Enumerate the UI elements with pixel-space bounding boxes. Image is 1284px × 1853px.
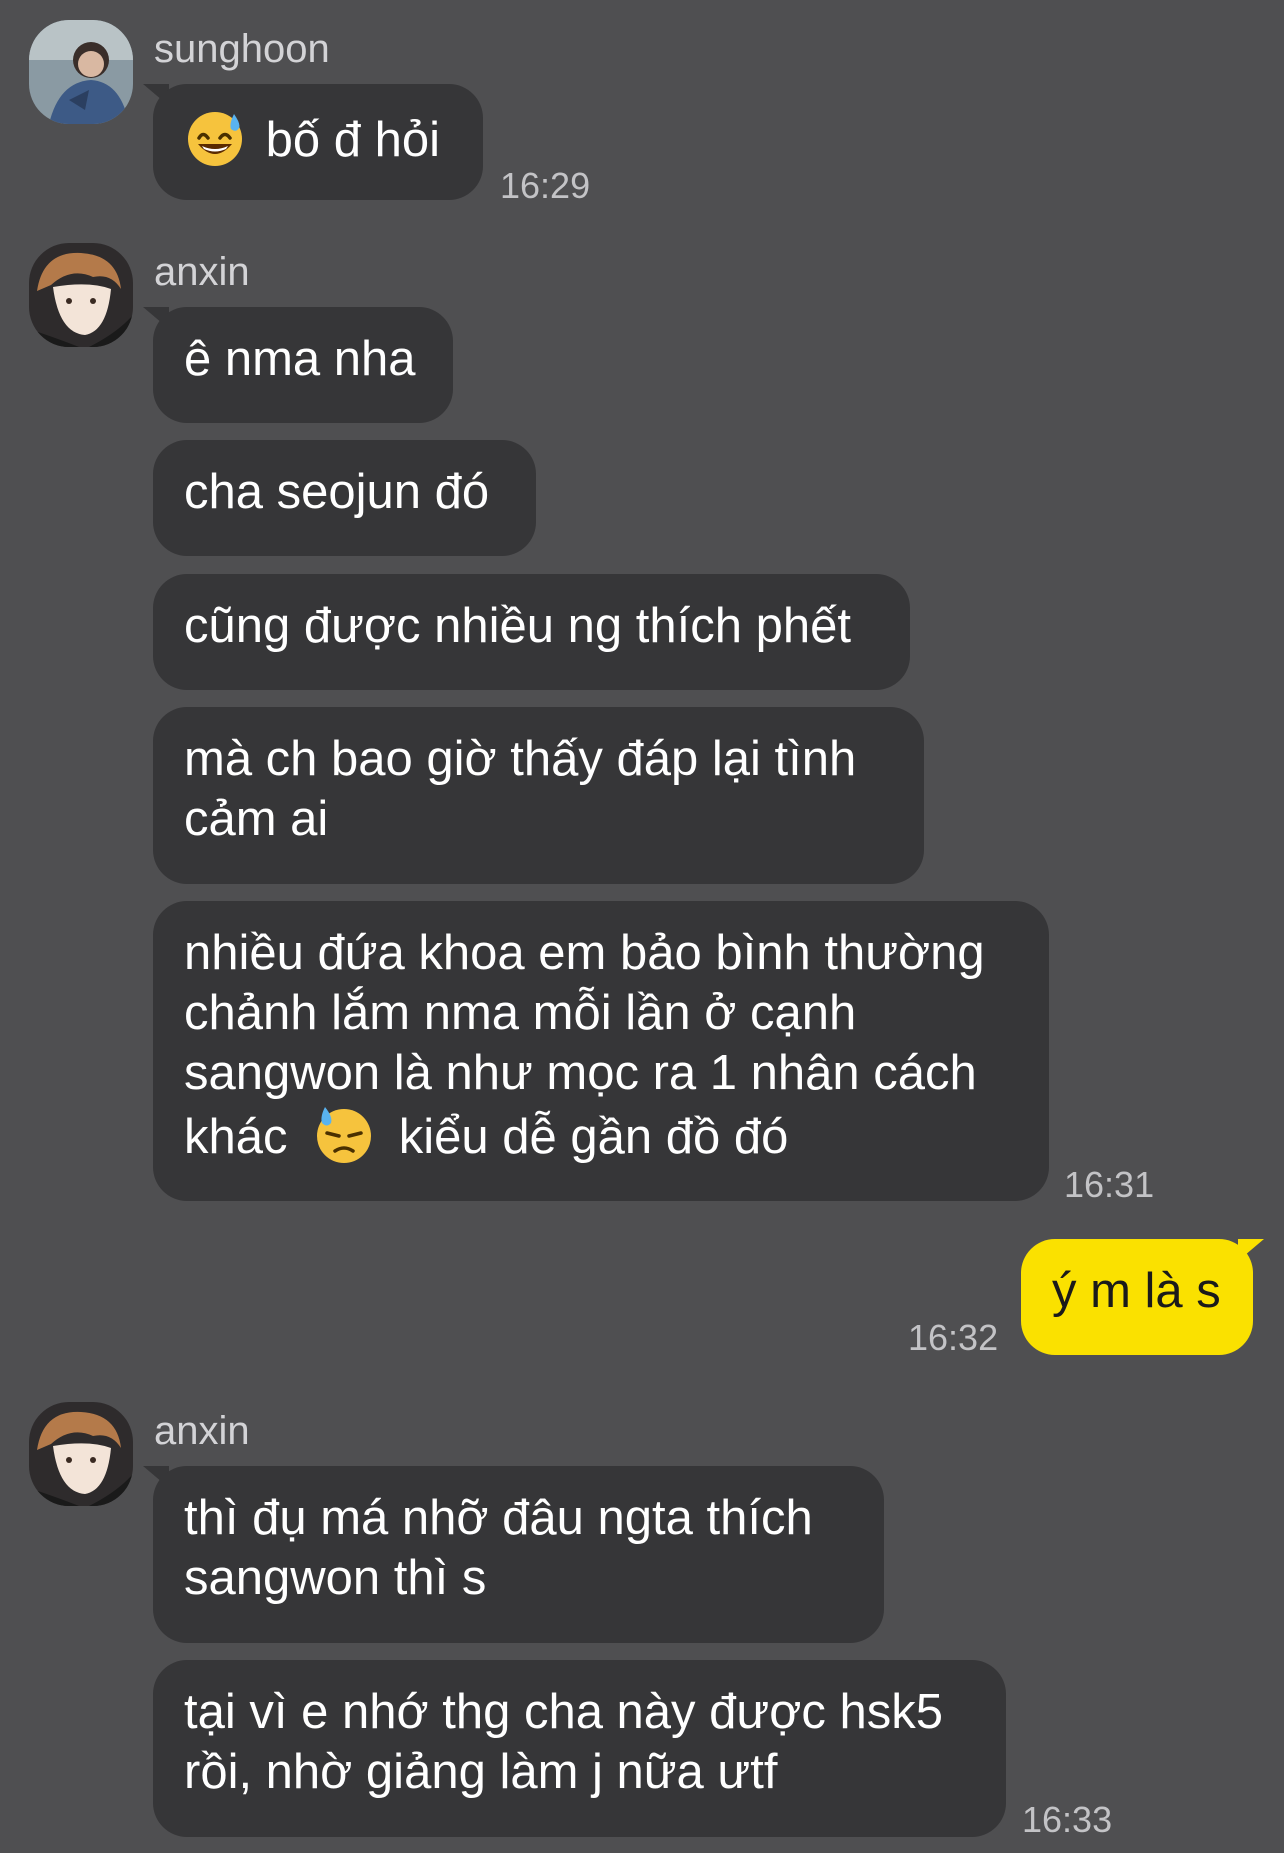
message-text-line: thì đụ má nhỡ đâu ngta thích <box>184 1491 813 1545</box>
message-text-line: khác kiểu dễ gần đồ đó <box>184 1103 1017 1167</box>
sender-name: sunghoon <box>154 27 330 71</box>
message-text-line: rồi, nhờ giảng làm j nữa ưtf <box>184 1745 778 1799</box>
message-bubble[interactable]: tại vì e nhớ thg cha này được hsk5 rồi, … <box>153 1660 1006 1837</box>
sender-name: anxin <box>154 1409 250 1453</box>
message-text-line: tại vì e nhớ thg cha này được hsk5 <box>184 1685 943 1739</box>
message-time: 16:32 <box>908 1317 999 1358</box>
message-text-line: cảm ai <box>184 792 329 846</box>
message-text: bố đ hỏi <box>265 113 440 167</box>
message-time: 16:33 <box>1022 1799 1113 1840</box>
sender-avatar-sunghoon[interactable] <box>29 20 133 124</box>
sender-name: anxin <box>154 250 250 294</box>
bubble-tail <box>1238 1239 1264 1261</box>
avatar-photo-icon <box>29 20 133 124</box>
message-text: kiểu dễ gần đồ đó <box>398 1110 789 1164</box>
message-text-line: mà ch bao giờ thấy đáp lại tình <box>184 732 857 786</box>
message-time: 16:31 <box>1064 1164 1155 1205</box>
message-time: 16:29 <box>500 165 591 206</box>
message-bubble[interactable]: mà ch bao giờ thấy đáp lại tình cảm ai <box>153 707 924 884</box>
message-bubble[interactable]: cha seojun đó <box>153 440 536 556</box>
sender-avatar-anxin[interactable] <box>29 1402 133 1506</box>
message-bubble[interactable]: cũng được nhiều ng thích phết <box>153 574 910 690</box>
message-text: cũng được nhiều ng thích phết <box>184 599 852 653</box>
message-text-line: nhiều đứa khoa em bảo bình thường <box>184 926 985 980</box>
message-text-line: sangwon thì s <box>184 1551 487 1605</box>
message-text: khác <box>184 1110 288 1164</box>
message-text: cha seojun đó <box>184 465 490 519</box>
message-bubble[interactable]: bố đ hỏi <box>153 84 483 200</box>
message-bubble[interactable]: ê nma nha <box>153 307 453 423</box>
avatar-photo-icon <box>29 1402 133 1506</box>
avatar-photo-icon <box>29 243 133 347</box>
message-bubble[interactable]: thì đụ má nhỡ đâu ngta thích sangwon thì… <box>153 1466 884 1643</box>
message-text-line: sangwon là như mọc ra 1 nhân cách <box>184 1046 977 1100</box>
sender-avatar-anxin[interactable] <box>29 243 133 347</box>
sweat-smile-emoji-icon <box>188 112 242 166</box>
message-text: ê nma nha <box>184 332 416 386</box>
outgoing-message-bubble[interactable]: ý m là s <box>1021 1239 1253 1355</box>
downcast-sweat-emoji-icon <box>317 1107 372 1163</box>
message-text-line: chảnh lắm nma mỗi lần ở cạnh <box>184 986 857 1040</box>
message-bubble[interactable]: nhiều đứa khoa em bảo bình thường chảnh … <box>153 901 1049 1201</box>
message-text: ý m là s <box>1052 1264 1221 1318</box>
